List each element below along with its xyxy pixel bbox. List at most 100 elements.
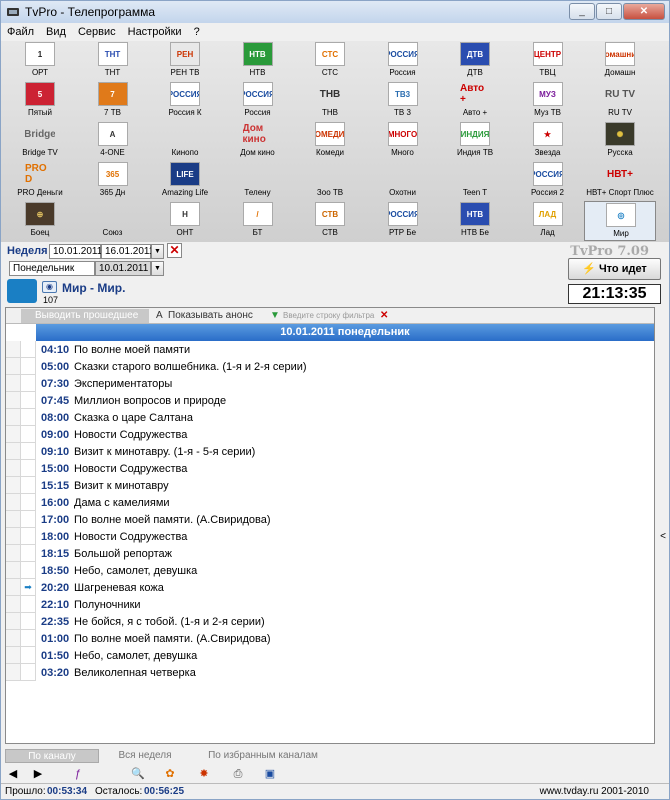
channel-item[interactable]: Bridge Bridge TV [4, 121, 76, 161]
channel-item[interactable]: ◎ Мир [584, 201, 656, 241]
search-icon[interactable]: 🔍 [131, 767, 145, 781]
program-row[interactable]: 18:00 Новости Содружества [6, 528, 654, 545]
channel-item[interactable]: ⊕ Боец [4, 201, 76, 241]
channel-item[interactable]: 365 365 Дн [77, 161, 149, 201]
channel-item[interactable]: РЕН РЕН ТВ [149, 41, 221, 81]
program-row[interactable]: 09:00 Новости Содружества [6, 426, 654, 443]
row-selector[interactable] [6, 545, 21, 562]
row-selector[interactable] [6, 511, 21, 528]
program-row[interactable]: 22:35 Не бойся, я с тобой. (1-я и 2-я сер… [6, 613, 654, 630]
channel-item[interactable]: Домашний Домашн [584, 41, 656, 81]
program-row[interactable]: 17:00 По волне моей памяти. (А.Свиридова) [6, 511, 654, 528]
channel-item[interactable]: Зоо ТВ [294, 161, 366, 201]
channel-item[interactable]: ЦЕНТР ТВЦ [512, 41, 584, 81]
channel-item[interactable]: 1 ОРТ [4, 41, 76, 81]
row-selector[interactable] [6, 426, 21, 443]
channel-item[interactable]: Н ОНТ [149, 201, 221, 241]
show-announce-toggle[interactable]: Показывать анонс [168, 309, 253, 323]
program-row[interactable]: 16:00 Дама с камелиями [6, 494, 654, 511]
channel-item[interactable]: RU TV RU TV [584, 81, 656, 121]
row-selector[interactable] [6, 375, 21, 392]
channel-item[interactable]: ТНТ ТНТ [77, 41, 149, 81]
row-selector[interactable] [6, 392, 21, 409]
back-arrow-icon[interactable]: ◀ [6, 767, 20, 781]
channel-item[interactable]: Охотни [367, 161, 439, 201]
minimize-button[interactable]: _ [569, 3, 595, 20]
channel-item[interactable]: НТВ НТВ Бе [439, 201, 511, 241]
channels-icon[interactable]: ƒ [71, 767, 85, 781]
row-selector[interactable] [6, 630, 21, 647]
row-selector[interactable] [6, 443, 21, 460]
channel-item[interactable]: Teen T [439, 161, 511, 201]
alarm-icon[interactable]: ✸ [197, 767, 211, 781]
row-selector[interactable] [6, 596, 21, 613]
day-select[interactable]: Понедельник [9, 261, 95, 276]
maximize-button[interactable]: □ [596, 3, 622, 20]
row-selector[interactable] [6, 341, 21, 358]
program-row[interactable]: 15:00 Новости Содружества [6, 460, 654, 477]
channel-item[interactable]: Телену [222, 161, 294, 201]
row-selector[interactable] [6, 358, 21, 375]
channel-item[interactable]: РОССИЯ Россия К [149, 81, 221, 121]
collapse-arrow-icon[interactable]: < [660, 531, 666, 542]
filter-input[interactable]: Введите строку фильтра [283, 309, 374, 323]
menu-service[interactable]: Сервис [72, 26, 122, 38]
row-selector[interactable] [6, 494, 21, 511]
window-icon[interactable]: ▣ [263, 767, 277, 781]
channel-item[interactable]: МУЗ Муз ТВ [512, 81, 584, 121]
channel-item[interactable]: ЛАД Лад [512, 201, 584, 241]
channel-item[interactable]: ИНДИЯ Индия ТВ [439, 121, 511, 161]
program-row[interactable]: ➡ 20:20 Шагреневая кожа [6, 579, 654, 596]
program-row[interactable]: 09:10 Визит к минотавру. (1-я - 5-я серии… [6, 443, 654, 460]
clear-filter-button[interactable]: ✕ [380, 309, 388, 323]
day-date-field[interactable]: 10.01.2011 [95, 261, 151, 276]
date-dropdown-arrow[interactable]: ▼ [151, 244, 164, 259]
channel-item[interactable]: Дом кино Дом кино [222, 121, 294, 161]
menu-file[interactable]: Файл [1, 26, 40, 38]
channel-item[interactable]: Кинопо [149, 121, 221, 161]
program-row[interactable]: 22:10 Полуночники [6, 596, 654, 613]
channel-item[interactable]: PRO D PRO Деньги [4, 161, 76, 201]
program-row[interactable]: 08:00 Сказка о царе Салтана [6, 409, 654, 426]
channel-item[interactable]: РОССИЯ РТР Бе [367, 201, 439, 241]
row-selector[interactable] [6, 409, 21, 426]
program-row[interactable]: 18:50 Небо, самолет, девушка [6, 562, 654, 579]
program-row[interactable]: 07:30 Экспериментаторы [6, 375, 654, 392]
channel-item[interactable]: РОССИЯ Россия [222, 81, 294, 121]
channel-item[interactable]: / БТ [222, 201, 294, 241]
menu-help[interactable]: ? [188, 26, 206, 38]
channel-item[interactable]: ★ Звезда [512, 121, 584, 161]
channel-item[interactable]: Авто + Авто + [439, 81, 511, 121]
clear-date-button[interactable]: ✕ [167, 243, 182, 258]
settings-icon[interactable]: ✿ [163, 767, 177, 781]
program-row[interactable]: 15:15 Визит к минотавру [6, 477, 654, 494]
channel-item[interactable]: НТВ НТВ [222, 41, 294, 81]
channel-item[interactable]: 5 Пятый [4, 81, 76, 121]
date-from-field[interactable]: 10.01.2011 [49, 244, 102, 259]
row-selector[interactable] [6, 460, 21, 477]
row-selector[interactable] [6, 528, 21, 545]
tab-favorite-channels[interactable]: По избранным каналам [193, 749, 333, 763]
menu-view[interactable]: Вид [40, 26, 72, 38]
program-row[interactable]: 04:10 По волне моей памяти [6, 341, 654, 358]
program-row[interactable]: 07:45 Миллион вопросов и природе [6, 392, 654, 409]
channel-item[interactable]: LIFE Amazing Life [149, 161, 221, 201]
channel-item[interactable]: МНОГО Много [367, 121, 439, 161]
channel-item[interactable]: Союз [77, 201, 149, 241]
row-selector[interactable] [6, 477, 21, 494]
channel-item[interactable]: НВТ+ НВТ+ Спорт Плюс [584, 161, 656, 201]
channel-item[interactable]: ТВ3 ТВ 3 [367, 81, 439, 121]
channel-item[interactable]: РОССИЯ Россия [367, 41, 439, 81]
channel-item[interactable]: РОССИЯ Россия 2 [512, 161, 584, 201]
channel-item[interactable]: ТНВ ТНВ [294, 81, 366, 121]
tab-by-channel[interactable]: По каналу [5, 749, 99, 763]
day-dropdown-arrow[interactable]: ▼ [151, 261, 164, 276]
row-selector[interactable] [6, 562, 21, 579]
channel-item[interactable]: A 4-ONE [77, 121, 149, 161]
channel-item[interactable]: СТВ СТВ [294, 201, 366, 241]
row-selector[interactable] [6, 664, 21, 681]
program-row[interactable]: 01:00 По волне моей памяти. (А.Свиридова) [6, 630, 654, 647]
menu-settings[interactable]: Настройки [122, 26, 188, 38]
row-selector[interactable] [6, 647, 21, 664]
close-button[interactable]: ✕ [623, 3, 665, 20]
